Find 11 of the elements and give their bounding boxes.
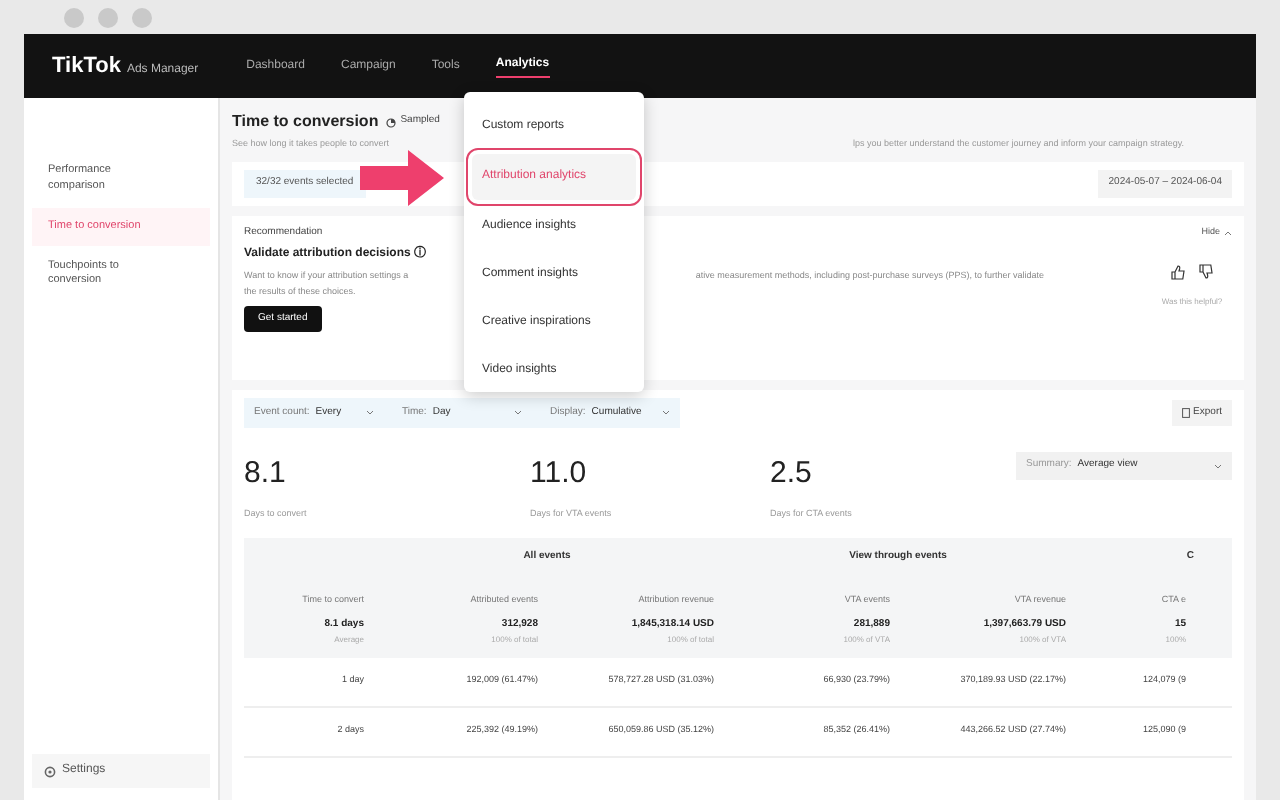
stat-value: 2.5 bbox=[770, 454, 814, 495]
document-icon bbox=[1181, 408, 1190, 418]
stat-value: 8.1 bbox=[244, 454, 288, 495]
pie-icon bbox=[386, 117, 397, 127]
arrow-icon bbox=[360, 150, 444, 206]
gear-icon bbox=[44, 765, 56, 777]
stat-value: 11.0 bbox=[530, 454, 589, 495]
page-title: Time to conversion bbox=[232, 110, 379, 134]
logo: TikTok bbox=[52, 51, 121, 82]
thumbs-up-icon[interactable] bbox=[1170, 263, 1186, 279]
thumbs-down-icon[interactable] bbox=[1198, 263, 1214, 279]
